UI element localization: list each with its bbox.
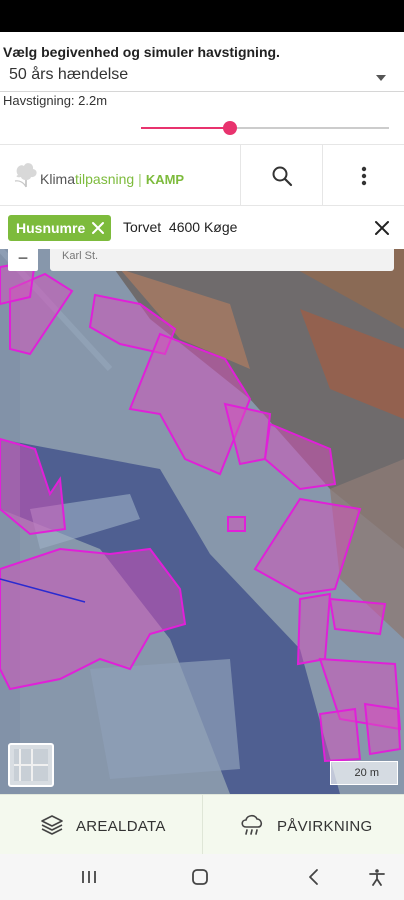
sea-level-slider[interactable] [141,121,389,135]
tab-arealdata-label: AREALDATA [76,818,166,835]
filter-chip-husnumre[interactable]: Husnumre [8,215,112,241]
search-icon [272,166,292,186]
klimatilpasning-logo: Klimatilpasning | KAMP [12,161,212,193]
brand-separator: | [138,171,142,187]
more-options-button[interactable] [322,145,404,206]
system-navigation-bar [0,854,404,900]
status-bar [0,0,404,32]
map-view[interactable]: − Karl St. 20 m [0,249,404,794]
sea-level-label: Havstigning: 2.2m [3,93,108,108]
search-button[interactable] [240,145,322,206]
bottom-tab-bar: AREALDATA PÅVIRKNING [0,794,404,855]
search-query[interactable]: Torvet 4600 Køge [123,219,237,235]
cloud-rain-icon [241,814,263,835]
brand-product: KAMP [145,172,185,187]
scale-label: 20 m [354,767,379,779]
brand-accent: tilpasning [75,171,135,187]
more-vert-icon [361,166,366,185]
tab-pavirkning[interactable]: PÅVIRKNING [202,795,404,855]
simulation-title: Vælg begivenhed og simuler havstigning. [3,44,280,60]
recent-apps-icon[interactable] [80,868,98,886]
tab-pavirkning-label: PÅVIRKNING [277,818,373,835]
chip-close-icon[interactable] [90,220,106,236]
layers-icon [41,815,63,835]
back-icon[interactable] [305,868,323,886]
tab-arealdata[interactable]: AREALDATA [0,795,202,855]
aerial-flood-map [0,249,404,794]
map-thumbnail-icon [14,749,48,781]
event-select-value: 50 års hændelse [9,66,129,83]
brand-name: Klimatilpasning | KAMP [40,171,184,187]
accessibility-icon[interactable] [368,868,386,886]
event-select[interactable]: 50 års hændelse [0,62,404,92]
app-bar: Klimatilpasning | KAMP [0,144,404,206]
search-bar: Husnumre Torvet 4600 Køge [0,207,404,249]
home-icon[interactable] [191,868,209,886]
zoom-out-button[interactable]: − [8,249,38,271]
brand-prefix: Klima [40,171,76,187]
scale-bar: 20 m [330,761,398,785]
tree-logo-icon [14,163,37,188]
address-hint: Karl St. [62,250,99,262]
base-layer-thumbnail[interactable] [8,743,54,787]
slider-fill [141,127,231,129]
select-underline [0,91,404,92]
dropdown-caret-icon [376,75,386,81]
chip-label: Husnumre [16,220,86,236]
address-hint-card: Karl St. [50,249,394,271]
close-icon[interactable] [372,218,392,238]
